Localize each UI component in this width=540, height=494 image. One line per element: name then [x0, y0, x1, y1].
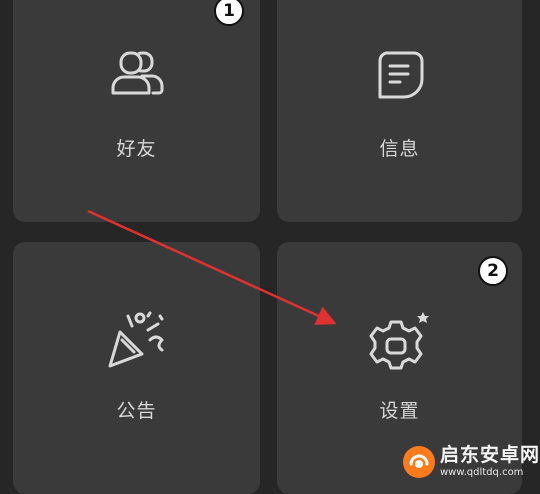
tile-friends[interactable]: 好友 — [13, 0, 260, 222]
watermark-title: 启东安卓网 — [440, 443, 540, 466]
party-popper-icon — [104, 310, 170, 374]
gear-icon — [365, 310, 435, 376]
watermark: 启东安卓网 www.qdltdq.com — [402, 440, 540, 483]
tile-label-announcements: 公告 — [116, 400, 157, 422]
tile-label-messages: 信息 — [379, 138, 420, 160]
tile-label-friends: 好友 — [116, 138, 157, 160]
watermark-url: www.qdltdq.com — [440, 466, 524, 478]
watermark-logo — [403, 445, 435, 478]
tile-label-settings: 设置 — [379, 400, 420, 422]
tile-announcements[interactable]: 公告 — [13, 242, 260, 494]
friends-icon — [105, 50, 169, 100]
message-icon — [376, 50, 424, 106]
step-marker-2: 2 — [478, 256, 508, 286]
tile-messages[interactable]: 信息 — [277, 0, 522, 222]
